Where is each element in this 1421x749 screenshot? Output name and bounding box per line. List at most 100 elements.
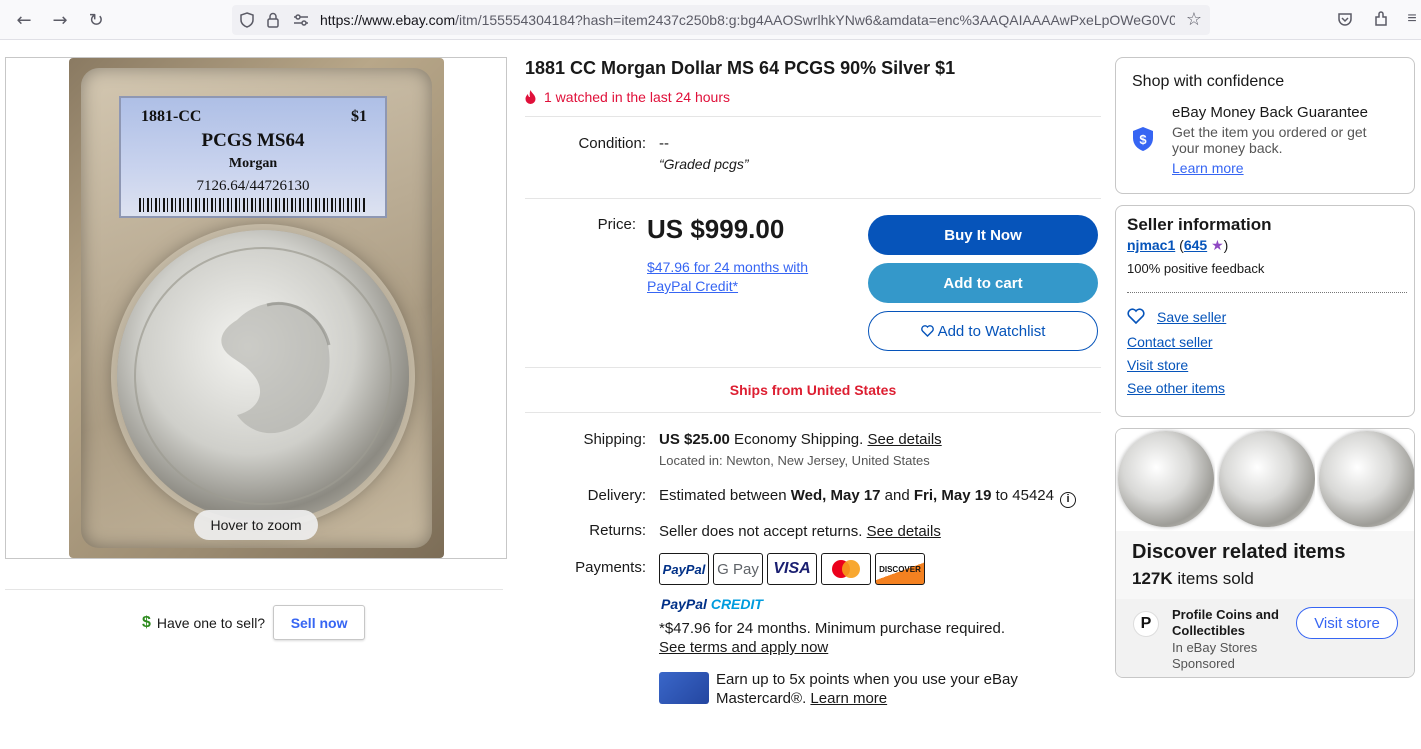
returns-value: Seller does not accept returns. See deta… [659, 523, 941, 540]
coin-thumbnail [1118, 431, 1214, 527]
seller-information: Seller information njmac1 (645 ★) 100% p… [1115, 205, 1415, 417]
tracking-shield-icon[interactable] [238, 11, 256, 29]
visa-logo: VISA [767, 553, 817, 585]
svg-text:$: $ [1139, 132, 1147, 147]
barcode [139, 198, 367, 212]
address-bar[interactable]: https://www.ebay.com/itm/155554304184?ha… [232, 5, 1210, 35]
delivery-prefix: Estimated between [659, 487, 791, 504]
add-to-watchlist-button[interactable]: Add to Watchlist [868, 311, 1098, 351]
google-pay-logo: G Pay [713, 553, 763, 585]
lock-icon[interactable] [264, 11, 282, 29]
url-text[interactable]: https://www.ebay.com/itm/155554304184?ha… [320, 12, 1175, 28]
url-host: https://www.ebay.com [320, 12, 456, 28]
related-items-ad[interactable]: Discover related items 127K items sold P… [1115, 428, 1415, 678]
money-back-description: Get the item you ordered or get your mon… [1172, 124, 1367, 156]
delivery-and: and [880, 487, 914, 504]
fire-icon [525, 90, 536, 104]
divider [525, 412, 1101, 413]
shipping-type: Economy Shipping. [729, 431, 868, 448]
sell-prompt-text: Have one to sell? [156, 614, 266, 631]
shipping-value: US $25.00 Economy Shipping. See details [659, 431, 942, 448]
ebay-card-icon [659, 672, 709, 704]
seller-username-link[interactable]: njmac1 [1127, 237, 1175, 253]
permissions-icon[interactable] [292, 11, 310, 29]
divider [525, 116, 1101, 117]
coin-thumbnail [1218, 431, 1315, 527]
related-title: Discover related items [1132, 541, 1346, 563]
sold-count: 127K [1132, 569, 1173, 588]
seller-title: Seller information [1127, 215, 1272, 234]
returns-label: Returns: [589, 522, 646, 539]
seller-score-link[interactable]: 645 [1184, 237, 1207, 253]
paypal-minimum: *$47.96 for 24 months. Minimum purchase … [659, 620, 1006, 637]
menu-icon[interactable]: ≡ [1404, 8, 1420, 30]
sell-prompt: $ Have one to sell? Sell now [142, 605, 366, 640]
back-arrow-icon[interactable]: ← [12, 8, 36, 32]
store-sub-2: Sponsored [1172, 656, 1235, 671]
divider [525, 367, 1101, 368]
product-image-frame[interactable]: 1881-CC $1 PCGS MS64 Morgan 7126.64/4472… [5, 57, 507, 559]
price: US $999.00 [647, 214, 785, 244]
label-cert: 7126.64/44726130 [196, 178, 310, 194]
shipping-label: Shipping: [583, 431, 646, 448]
payments-label: Payments: [575, 559, 646, 576]
paypal-credit-logo: PayPal CREDIT [661, 596, 763, 612]
store-name: Profile Coins and Collectibles [1172, 607, 1279, 638]
buy-it-now-button[interactable]: Buy It Now [868, 215, 1098, 255]
visit-store-link[interactable]: Visit store [1127, 357, 1188, 373]
ships-from: Ships from United States [729, 382, 897, 398]
visit-store-button[interactable]: Visit store [1296, 607, 1398, 639]
reload-icon[interactable]: ↻ [84, 8, 108, 32]
heart-icon [920, 325, 934, 337]
seller-feedback: 100% positive feedback [1127, 261, 1265, 276]
item-location: Located in: Newton, New Jersey, United S… [659, 453, 930, 468]
label-denomination: $1 [351, 108, 367, 125]
related-thumb[interactable] [1216, 429, 1316, 531]
dollar-icon: $ [142, 613, 151, 631]
divider [5, 589, 503, 590]
save-seller-link[interactable]: Save seller [1157, 309, 1226, 325]
see-other-items-link[interactable]: See other items [1127, 380, 1225, 396]
divider [1127, 292, 1407, 293]
condition-description: “Graded pcgs” [659, 156, 749, 172]
sell-now-button[interactable]: Sell now [273, 605, 366, 640]
money-back-learn-more[interactable]: Learn more [1172, 160, 1244, 176]
contact-seller-link[interactable]: Contact seller [1127, 334, 1213, 350]
delivery-value: Estimated between Wed, May 17 and Fri, M… [659, 487, 1076, 508]
delivery-end: Fri, May 19 [913, 487, 992, 504]
watched-text: 1 watched in the last 24 hours [544, 89, 731, 105]
url-path: /itm/155554304184?hash=item2437c250b8:g:… [455, 12, 1175, 28]
label-grade: PCGS MS64 [201, 130, 305, 151]
returns-details-link[interactable]: See details [867, 523, 941, 540]
paypal-logo: PayPal [659, 553, 709, 585]
coin-thumbnail [1319, 431, 1414, 527]
shipping-cost: US $25.00 [659, 431, 730, 448]
info-icon[interactable]: i [1060, 492, 1076, 508]
condition-label: Condition: [578, 135, 646, 152]
watchlist-label: Add to Watchlist [937, 322, 1046, 340]
related-thumb[interactable] [1116, 429, 1215, 531]
related-thumbnails [1116, 429, 1414, 531]
card-learn-more-link[interactable]: Learn more [810, 690, 887, 707]
confidence-title: Shop with confidence [1132, 73, 1285, 90]
bookmark-star-icon[interactable]: ☆ [1186, 9, 1202, 30]
paypal-terms-link[interactable]: See terms and apply now [659, 639, 828, 656]
shipping-details-link[interactable]: See details [867, 431, 941, 448]
card-offer: Earn up to 5x points when you use your e… [716, 670, 1036, 708]
related-thumb[interactable] [1317, 429, 1414, 531]
heart-icon[interactable] [1127, 308, 1145, 324]
extensions-icon[interactable] [1370, 8, 1392, 30]
shop-with-confidence: Shop with confidence $ eBay Money Back G… [1115, 57, 1415, 194]
forward-arrow-icon[interactable]: → [48, 8, 72, 32]
label-year: 1881-CC [141, 108, 202, 125]
paypal-credit-link[interactable]: $47.96 for 24 months with PayPal Credit* [647, 258, 847, 296]
zoom-hint: Hover to zoom [194, 510, 318, 540]
add-to-cart-button[interactable]: Add to cart [868, 263, 1098, 303]
seller-user: njmac1 (645 ★) [1127, 237, 1229, 253]
delivery-start: Wed, May 17 [790, 487, 881, 504]
product-image[interactable]: 1881-CC $1 PCGS MS64 Morgan 7126.64/4472… [69, 58, 444, 558]
discover-logo: DISCOVER [875, 553, 925, 585]
pocket-icon[interactable] [1334, 8, 1356, 30]
store-logo-icon: P [1133, 611, 1159, 637]
store-row: P Profile Coins and Collectibles In eBay… [1116, 599, 1414, 677]
